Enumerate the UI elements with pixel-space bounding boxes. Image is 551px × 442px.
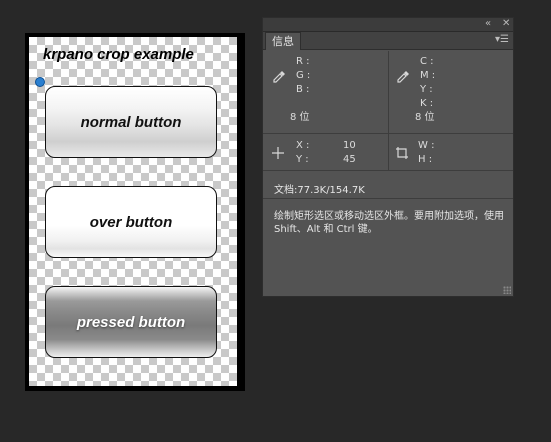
doc-size-info: 文档:77.3K/154.7K bbox=[274, 185, 365, 196]
pressed-button-label: pressed button bbox=[76, 313, 186, 331]
k-label: K : bbox=[420, 98, 434, 109]
cmyk-bit-depth: 8 位 bbox=[415, 112, 435, 123]
panel-tab-bar: 信息 ▾☰ bbox=[263, 32, 513, 50]
over-button[interactable]: over button bbox=[45, 186, 217, 258]
b-label: B : bbox=[296, 84, 310, 95]
tool-hint-text: 绘制矩形选区或移动选区外框。要用附加选项，使用 Shift、Alt 和 Ctrl… bbox=[274, 211, 504, 235]
crosshair-icon bbox=[272, 147, 284, 159]
tab-info[interactable]: 信息 bbox=[265, 32, 301, 50]
panel-title-bar: « ✕ bbox=[263, 18, 513, 32]
selection-size-icon bbox=[396, 147, 408, 159]
close-icon[interactable]: ✕ bbox=[502, 18, 510, 30]
g-label: G : bbox=[296, 70, 311, 81]
m-label: M : bbox=[420, 70, 436, 81]
x-value: 10 bbox=[343, 140, 356, 151]
w-label: W : bbox=[418, 140, 435, 151]
eyedropper-icon[interactable] bbox=[272, 70, 286, 84]
resize-grip-icon[interactable] bbox=[503, 286, 511, 294]
double-chevron-icon[interactable]: « bbox=[485, 18, 491, 30]
x-label: X : bbox=[296, 140, 310, 151]
document-window: krpano crop example normal button over b… bbox=[25, 33, 245, 391]
h-label: H : bbox=[418, 154, 433, 165]
canvas-title: krpano crop example bbox=[43, 46, 194, 63]
y-label: Y : bbox=[296, 154, 309, 165]
divider bbox=[388, 134, 389, 170]
pressed-button[interactable]: pressed button bbox=[45, 286, 217, 358]
normal-button[interactable]: normal button bbox=[45, 86, 217, 158]
y-value: 45 bbox=[343, 154, 356, 165]
rgb-bit-depth: 8 位 bbox=[290, 112, 310, 123]
divider bbox=[388, 51, 389, 133]
over-button-label: over button bbox=[89, 213, 173, 231]
normal-button-label: normal button bbox=[80, 113, 182, 131]
y-label: Y : bbox=[420, 84, 433, 95]
document-canvas[interactable]: krpano crop example normal button over b… bbox=[29, 37, 237, 386]
info-panel: « ✕ 信息 ▾☰ R : G : B : 8 位 C : M : Y : K … bbox=[262, 17, 514, 297]
panel-menu-icon[interactable]: ▾☰ bbox=[495, 33, 509, 47]
anchor-point-icon[interactable] bbox=[35, 77, 45, 87]
c-label: C : bbox=[420, 56, 434, 67]
eyedropper-icon[interactable] bbox=[396, 70, 410, 84]
r-label: R : bbox=[296, 56, 310, 67]
